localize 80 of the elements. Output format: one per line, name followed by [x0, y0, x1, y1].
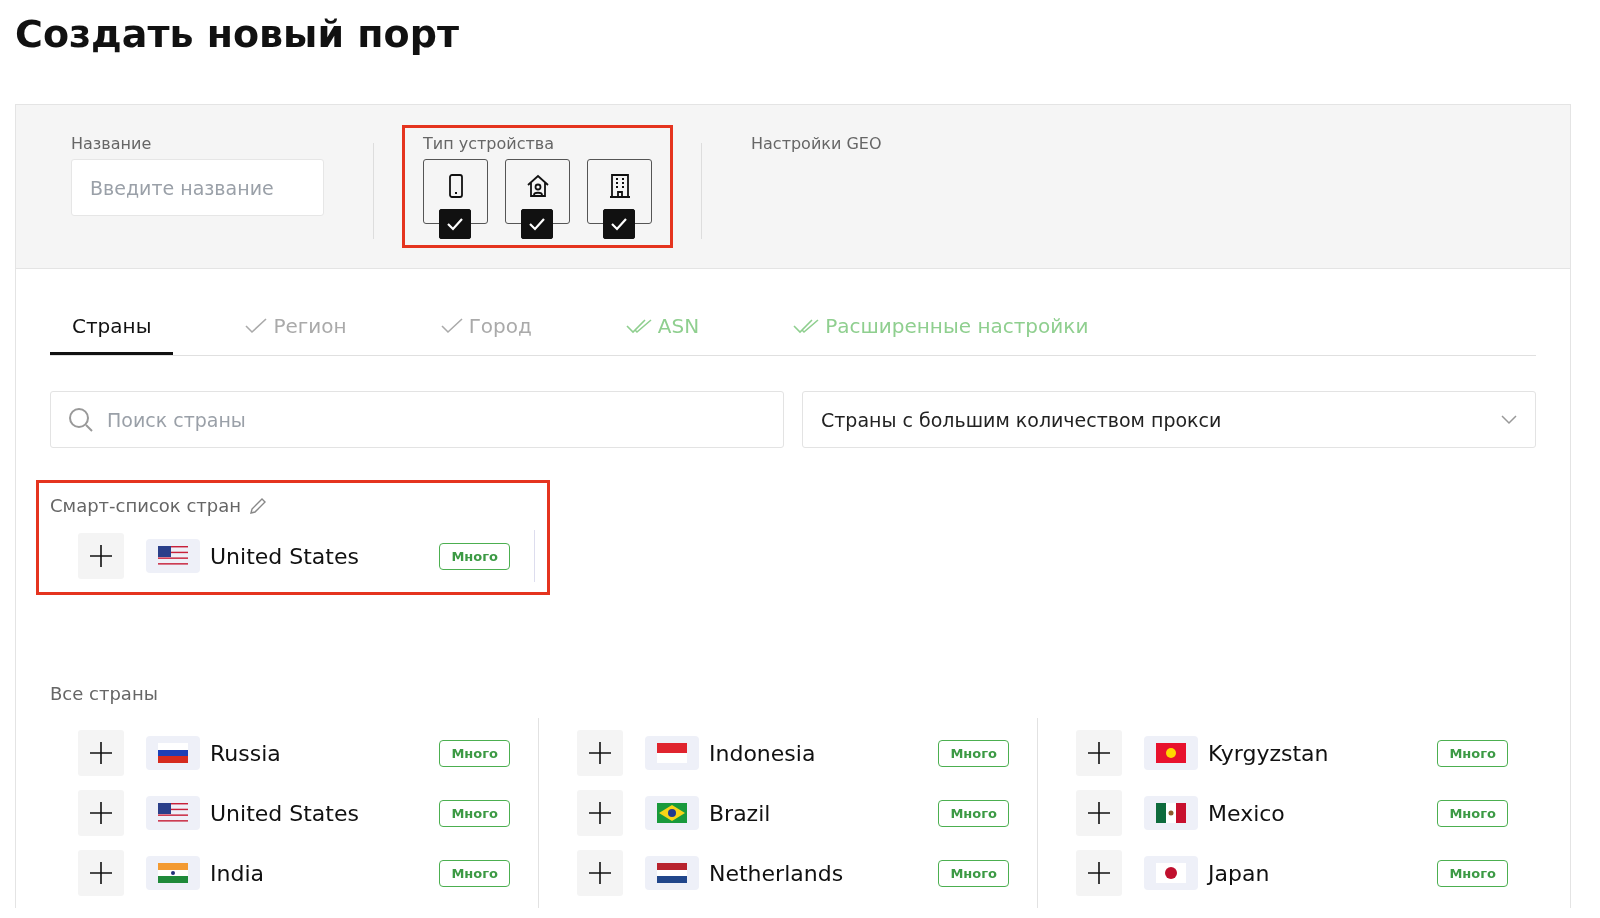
flag-icon: [1156, 803, 1186, 823]
plus-icon: [588, 861, 612, 885]
availability-tag: Много: [439, 542, 510, 570]
add-button[interactable]: [577, 850, 623, 896]
page-title: Создать новый порт: [15, 12, 460, 56]
building-icon: [608, 174, 631, 198]
tab[interactable]: ASN: [603, 299, 722, 355]
flag-icon: [1156, 743, 1186, 763]
country-name: Netherlands: [709, 860, 845, 886]
flag-icon: [158, 803, 188, 823]
add-button[interactable]: [78, 533, 124, 579]
double-check-icon: [793, 317, 820, 334]
field-label: Настройки GEO: [751, 134, 882, 153]
check-icon: [528, 217, 546, 231]
availability-tag: Много: [439, 739, 510, 767]
availability-tag: Много: [938, 859, 1009, 887]
tab[interactable]: Город: [418, 299, 554, 355]
plus-icon: [1087, 741, 1111, 765]
add-button[interactable]: [78, 850, 124, 896]
section-title: Все страны: [50, 683, 159, 704]
tab[interactable]: Регион: [223, 299, 369, 355]
country-name: Indonesia: [709, 740, 817, 766]
check-icon: [245, 317, 268, 334]
country-name: United States: [210, 543, 360, 569]
search-icon: [68, 407, 94, 433]
flag-icon: [1156, 863, 1186, 883]
country-name: United States: [210, 800, 360, 826]
add-button[interactable]: [78, 790, 124, 836]
availability-tag: Много: [439, 799, 510, 827]
pencil-icon[interactable]: [249, 496, 268, 515]
double-check-icon: [625, 317, 652, 334]
country-name: Japan: [1208, 860, 1271, 886]
availability-tag: Много: [1437, 799, 1508, 827]
flag-icon: [158, 546, 188, 566]
country-name: India: [210, 860, 265, 886]
availability-tag: Много: [1437, 739, 1508, 767]
phone-icon: [447, 174, 464, 198]
add-button[interactable]: [78, 730, 124, 776]
field-label: Название: [71, 134, 153, 153]
plus-icon: [89, 861, 113, 885]
section-title: Смарт-список стран: [50, 495, 242, 516]
plus-icon: [89, 801, 113, 825]
availability-tag: Много: [938, 739, 1009, 767]
checkbox[interactable]: [521, 209, 553, 239]
flag-icon: [657, 863, 687, 883]
checkbox[interactable]: [603, 209, 635, 239]
home-icon: [525, 174, 550, 198]
check-icon: [610, 217, 628, 231]
checkbox[interactable]: [439, 209, 471, 239]
flag-icon: [657, 743, 687, 763]
tab[interactable]: Страны: [50, 299, 174, 355]
add-button[interactable]: [1076, 730, 1122, 776]
plus-icon: [588, 801, 612, 825]
name-input[interactable]: Введите название: [71, 159, 324, 216]
check-icon: [440, 317, 463, 334]
tab[interactable]: Расширенные настройки: [771, 299, 1111, 355]
country-name: Kyrgyzstan: [1208, 740, 1330, 766]
country-name: Mexico: [1208, 800, 1286, 826]
plus-icon: [588, 741, 612, 765]
search-field[interactable]: Поиск страны: [50, 391, 784, 448]
country-name: Brazil: [709, 800, 772, 826]
availability-tag: Много: [1437, 859, 1508, 887]
plus-icon: [1087, 861, 1111, 885]
field-label: Тип устройства: [423, 134, 555, 153]
plus-icon: [1087, 801, 1111, 825]
add-button[interactable]: [1076, 850, 1122, 896]
availability-tag: Много: [938, 799, 1009, 827]
plus-icon: [89, 741, 113, 765]
country-filter-dropdown[interactable]: Страны с большим количеством прокси: [802, 391, 1536, 448]
check-icon: [446, 217, 464, 231]
flag-icon: [657, 803, 687, 823]
chevron-down-icon: [1501, 414, 1517, 425]
plus-icon: [89, 544, 113, 568]
flag-icon: [158, 743, 188, 763]
availability-tag: Много: [439, 859, 510, 887]
add-button[interactable]: [577, 790, 623, 836]
country-name: Russia: [210, 740, 282, 766]
add-button[interactable]: [577, 730, 623, 776]
add-button[interactable]: [1076, 790, 1122, 836]
flag-icon: [158, 863, 188, 883]
